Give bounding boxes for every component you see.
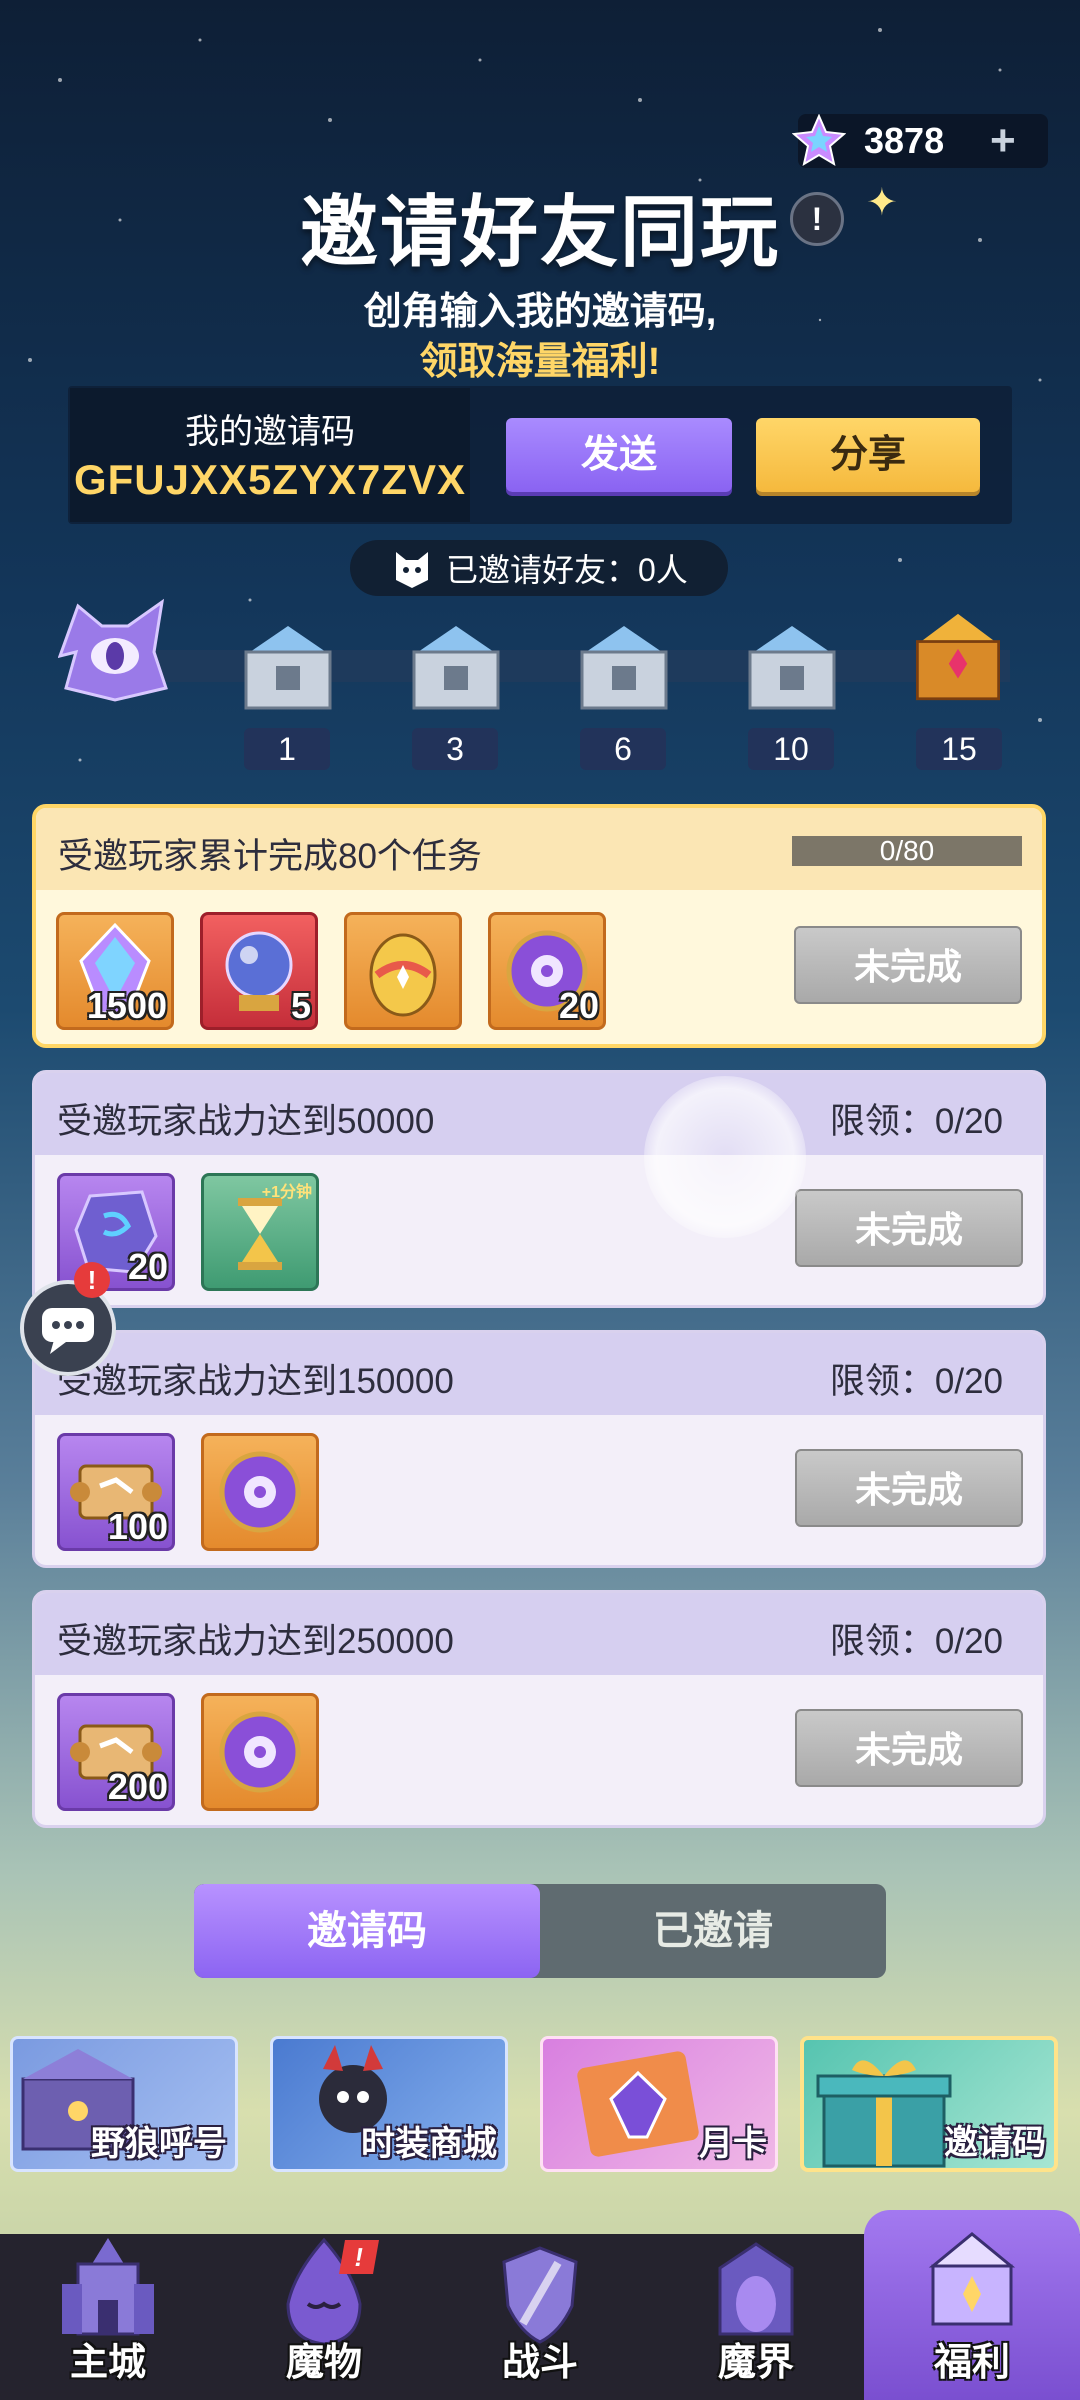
reward-item[interactable]: 1500	[56, 912, 174, 1030]
task-card: 受邀玩家战力达到250000 限领：0/20 200 未完成	[32, 1590, 1046, 1828]
task-card: 受邀玩家战力达到50000 限领：0/20 20 +1分钟 未完成	[32, 1070, 1046, 1308]
incomplete-button[interactable]: 未完成	[795, 1189, 1023, 1267]
share-button[interactable]: 分享	[756, 418, 980, 492]
invited-count-pill: 已邀请好友：0人	[350, 540, 728, 596]
milestone-count: 6	[580, 728, 666, 770]
tab-bar: 邀请码 已邀请	[194, 1884, 886, 1978]
incomplete-button[interactable]: 未完成	[794, 926, 1022, 1004]
task-progress: 0/80	[792, 836, 1022, 866]
bottom-nav: 主城 ! 魔物 战斗 魔界 福利	[0, 2210, 1080, 2400]
invited-count-text: 已邀请好友：0人	[446, 552, 688, 588]
sparkle-icon: ✦	[866, 182, 898, 224]
incomplete-button[interactable]: 未完成	[795, 1709, 1023, 1787]
subtitle-line1: 创角输入我的邀请码,	[363, 291, 717, 333]
silver-chest-icon[interactable]	[236, 622, 340, 718]
feature-fashion-store[interactable]: 时装商城	[270, 2036, 508, 2172]
eye-crystal-icon	[58, 598, 168, 702]
page-title: 邀请好友同玩	[299, 188, 780, 276]
reward-item[interactable]	[344, 912, 462, 1030]
feature-label: 邀请码	[944, 2124, 1046, 2162]
task-title: 受邀玩家累计完成80个任务	[58, 837, 482, 876]
hourglass-tag: +1分钟	[261, 1184, 312, 1201]
nav-monster[interactable]: ! 魔物	[216, 2234, 432, 2400]
feature-label: 野狼呼号	[91, 2125, 227, 2163]
purple-emblem-icon	[219, 1451, 301, 1533]
feature-wolf-call[interactable]: 野狼呼号	[10, 2036, 238, 2172]
nav-main-city[interactable]: 主城	[0, 2234, 216, 2400]
task-card: 受邀玩家战力达到150000 限领：0/20 100 未完成	[32, 1330, 1046, 1568]
alert-icon: !	[339, 2240, 379, 2274]
task-header: 受邀玩家战力达到150000 限领：0/20	[35, 1333, 1043, 1415]
milestone-count: 3	[412, 728, 498, 770]
feature-label: 时装商城	[361, 2125, 497, 2163]
milestone-count: 10	[748, 728, 834, 770]
milestone-count: 1	[244, 728, 330, 770]
silver-chest-icon[interactable]	[404, 622, 508, 718]
floating-assistant-orb[interactable]	[644, 1076, 806, 1238]
reward-item[interactable]: 200	[57, 1693, 175, 1811]
nav-demon-realm[interactable]: 魔界	[648, 2234, 864, 2400]
task-title: 受邀玩家战力达到150000	[57, 1362, 454, 1401]
cat-icon	[396, 552, 428, 588]
reward-item[interactable]: 100	[57, 1433, 175, 1551]
task-header: 受邀玩家累计完成80个任务 0/80	[36, 808, 1042, 890]
task-title: 受邀玩家战力达到250000	[57, 1622, 454, 1661]
egg-icon	[369, 933, 437, 1017]
currency-display[interactable]: 3878 +	[792, 114, 1048, 168]
reward-item[interactable]: +1分钟	[201, 1173, 319, 1291]
incomplete-button[interactable]: 未完成	[795, 1449, 1023, 1527]
task-limit: 限领：0/20	[829, 1102, 1003, 1141]
invite-code-value[interactable]: GFUJXX5ZYX7ZVX	[70, 456, 470, 504]
purple-emblem-icon	[219, 1711, 301, 1793]
feature-invite-code[interactable]: 邀请码	[800, 2036, 1058, 2172]
task-header: 受邀玩家战力达到250000 限领：0/20	[35, 1593, 1043, 1675]
tab-invited[interactable]: 已邀请	[540, 1884, 886, 1978]
reward-item[interactable]	[201, 1693, 319, 1811]
currency-amount: 3878	[864, 120, 945, 161]
plus-icon[interactable]: +	[990, 119, 1016, 163]
silver-chest-icon[interactable]	[572, 622, 676, 718]
feature-monthly-card[interactable]: 月卡	[540, 2036, 778, 2172]
subtitle-line2: 领取海量福利!	[419, 341, 661, 383]
nav-welfare[interactable]: 福利	[864, 2210, 1080, 2400]
alert-icon: !	[74, 1262, 110, 1298]
nav-battle[interactable]: 战斗	[432, 2234, 648, 2400]
gold-chest-icon[interactable]	[906, 612, 1010, 708]
invite-code-label: 我的邀请码	[185, 413, 355, 451]
reward-item[interactable]: 20	[488, 912, 606, 1030]
task-limit: 限领：0/20	[829, 1622, 1003, 1661]
task-card: 受邀玩家累计完成80个任务 0/80 1500 5 20 未完成	[32, 804, 1046, 1048]
silver-chest-icon[interactable]	[740, 622, 844, 718]
task-limit: 限领：0/20	[829, 1362, 1003, 1401]
reward-item[interactable]: 5	[200, 912, 318, 1030]
milestone-count: 15	[916, 728, 1002, 770]
task-header: 受邀玩家战力达到50000 限领：0/20	[35, 1073, 1043, 1155]
info-icon[interactable]: !	[790, 192, 844, 246]
feature-label: 月卡	[699, 2125, 767, 2163]
tab-invite-code[interactable]: 邀请码	[194, 1884, 540, 1978]
star-gem-icon	[792, 114, 846, 167]
send-button[interactable]: 发送	[506, 418, 732, 492]
reward-item[interactable]	[201, 1433, 319, 1551]
task-title: 受邀玩家战力达到50000	[57, 1102, 435, 1141]
welfare-chest-icon	[928, 2232, 1016, 2326]
